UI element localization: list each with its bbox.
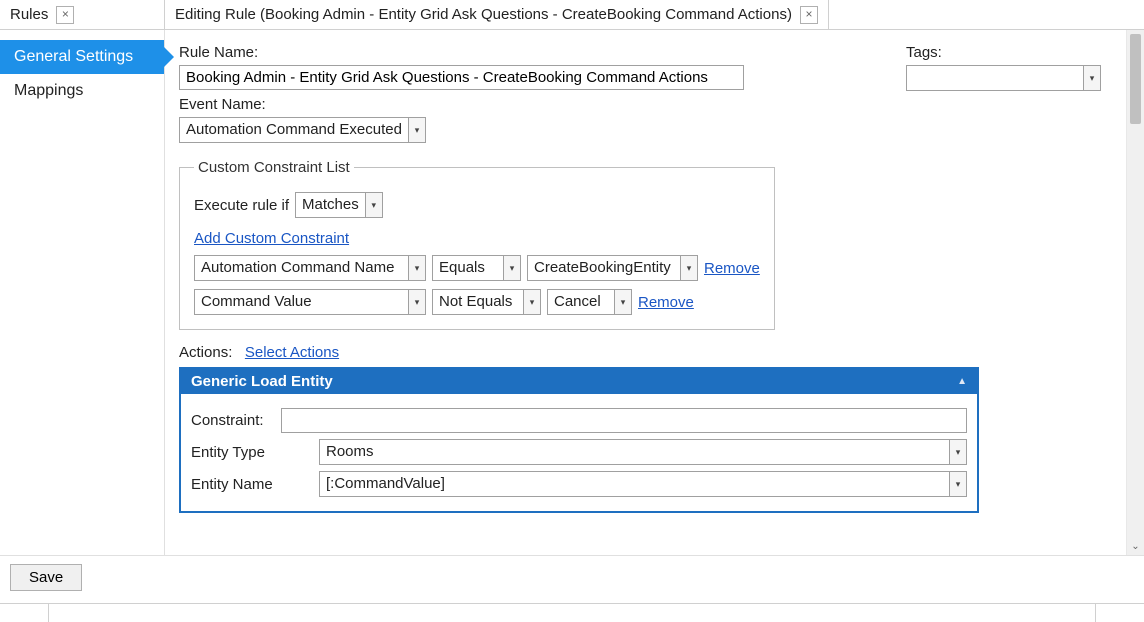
sidebar: General Settings Mappings: [0, 30, 165, 555]
event-name-label: Event Name:: [179, 96, 886, 113]
save-button[interactable]: Save: [10, 564, 82, 591]
collapse-icon[interactable]: ▲: [957, 376, 967, 387]
chevron-down-icon[interactable]: ▾: [408, 118, 425, 142]
tab-rules[interactable]: Rules ×: [0, 0, 165, 30]
chevron-down-icon[interactable]: ⌄: [1127, 541, 1144, 555]
constraint-operator-select[interactable]: Not Equals ▾: [432, 289, 541, 315]
status-bar: [0, 603, 1144, 622]
status-cell: [49, 604, 1096, 622]
action-panel: Generic Load Entity ▲ Constraint: Entity…: [179, 367, 979, 513]
constraint-field-select[interactable]: Command Value ▾: [194, 289, 426, 315]
tab-editing-rule[interactable]: Editing Rule (Booking Admin - Entity Gri…: [165, 0, 829, 30]
chevron-down-icon[interactable]: ▾: [949, 440, 966, 464]
tags-label: Tags:: [906, 44, 1106, 61]
chevron-down-icon[interactable]: ▾: [408, 256, 425, 280]
chevron-down-icon[interactable]: ▾: [365, 193, 382, 217]
close-icon[interactable]: ×: [800, 6, 818, 24]
sidebar-item-general-settings[interactable]: General Settings: [0, 40, 164, 74]
constraint-remove-link[interactable]: Remove: [638, 294, 694, 311]
status-cell: [0, 604, 49, 622]
event-name-value: Automation Command Executed: [180, 118, 408, 142]
constraint-row: Automation Command Name ▾ Equals ▾ Creat…: [194, 255, 760, 281]
rule-name-input[interactable]: [179, 65, 744, 90]
sidebar-item-mappings[interactable]: Mappings: [0, 74, 164, 108]
execute-mode-select[interactable]: Matches ▾: [295, 192, 383, 218]
add-custom-constraint-link[interactable]: Add Custom Constraint: [194, 230, 349, 247]
chevron-down-icon[interactable]: ▾: [523, 290, 540, 314]
action-entity-name-label: Entity Name: [191, 476, 319, 493]
event-name-select[interactable]: Automation Command Executed ▾: [179, 117, 426, 143]
scrollbar-thumb[interactable]: [1130, 34, 1141, 124]
tab-bar: Rules × Editing Rule (Booking Admin - En…: [0, 0, 1144, 30]
action-constraint-label: Constraint:: [191, 412, 277, 429]
action-entity-type-select[interactable]: Rooms ▾: [319, 439, 967, 465]
constraint-value-select[interactable]: Cancel ▾: [547, 289, 632, 315]
action-panel-title: Generic Load Entity: [191, 373, 333, 390]
custom-constraint-group: Custom Constraint List Execute rule if M…: [179, 159, 775, 330]
action-panel-header[interactable]: Generic Load Entity ▲: [181, 369, 977, 394]
close-icon[interactable]: ×: [56, 6, 74, 24]
tags-select[interactable]: ▾: [906, 65, 1101, 91]
actions-label: Actions:: [179, 344, 232, 361]
tags-value: [907, 66, 1083, 90]
execute-rule-if-label: Execute rule if: [194, 197, 289, 214]
select-actions-link[interactable]: Select Actions: [245, 344, 339, 361]
constraint-row: Command Value ▾ Not Equals ▾ Cancel ▾ Re…: [194, 289, 760, 315]
chevron-down-icon[interactable]: ▾: [408, 290, 425, 314]
sidebar-item-label: General Settings: [14, 48, 133, 65]
action-entity-type-label: Entity Type: [191, 444, 319, 461]
chevron-down-icon[interactable]: ▾: [1083, 66, 1100, 90]
constraint-field-select[interactable]: Automation Command Name ▾: [194, 255, 426, 281]
constraint-legend: Custom Constraint List: [194, 159, 354, 176]
constraint-remove-link[interactable]: Remove: [704, 260, 760, 277]
chevron-down-icon[interactable]: ▾: [949, 472, 966, 496]
chevron-down-icon[interactable]: ▾: [680, 256, 697, 280]
tab-editing-label: Editing Rule (Booking Admin - Entity Gri…: [175, 6, 792, 23]
tab-rules-label: Rules: [10, 6, 48, 23]
action-constraint-input[interactable]: [281, 408, 967, 433]
status-cell: [1096, 604, 1144, 622]
execute-mode-value: Matches: [296, 193, 365, 217]
constraint-value-select[interactable]: CreateBookingEntity ▾: [527, 255, 698, 281]
action-entity-name-select[interactable]: [:CommandValue] ▾: [319, 471, 967, 497]
chevron-down-icon[interactable]: ▾: [614, 290, 631, 314]
rule-name-label: Rule Name:: [179, 44, 886, 61]
bottom-bar: Save: [0, 555, 1144, 603]
sidebar-item-label: Mappings: [14, 82, 83, 99]
main-content: Rule Name: Event Name: Automation Comman…: [165, 30, 1126, 555]
vertical-scrollbar[interactable]: ⌄: [1126, 30, 1144, 555]
constraint-operator-select[interactable]: Equals ▾: [432, 255, 521, 281]
chevron-down-icon[interactable]: ▾: [503, 256, 520, 280]
